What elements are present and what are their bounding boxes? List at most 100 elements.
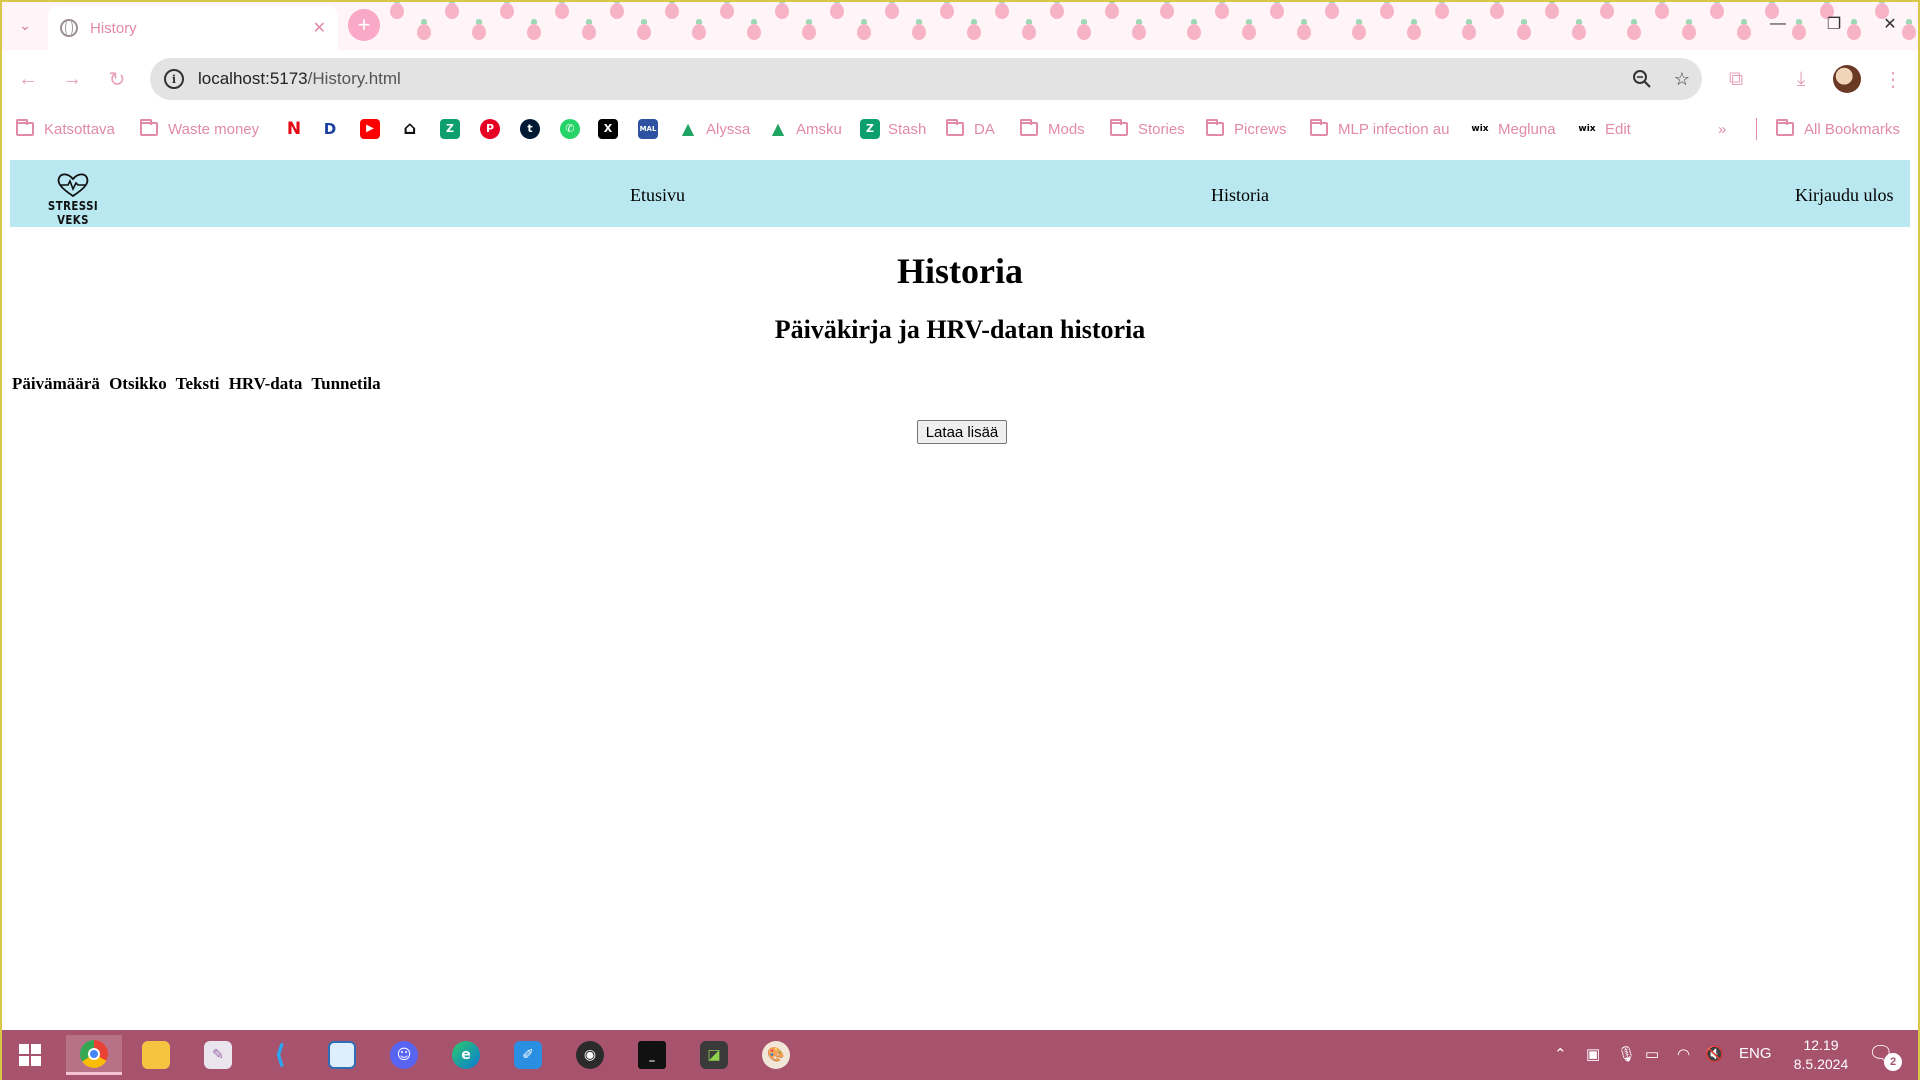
all-bookmarks-button[interactable]: All Bookmarks <box>1776 118 1900 140</box>
bookmark-label: Megluna <box>1498 120 1556 138</box>
taskbar-capture-app[interactable]: ◪ <box>686 1035 742 1075</box>
bookmark-star-icon[interactable]: ☆ <box>1662 59 1702 99</box>
close-window-button[interactable]: ✕ <box>1870 10 1910 38</box>
more-bookmarks-chevron-icon[interactable]: » <box>1718 118 1726 140</box>
bookmark-site[interactable]: ▲ Amsku <box>768 118 842 140</box>
notification-center-button[interactable]: 🗨 2 <box>1868 1041 1902 1071</box>
windows-taskbar: ✎ ⟨ ☺ e ✐ ◉ _ ◪ 🎨 ⌃ ▣ 🎙 ▭ ◠ 🔇 ENG 12.19 … <box>0 1030 1920 1080</box>
bookmark-folder[interactable]: Picrews <box>1206 118 1287 140</box>
language-indicator[interactable]: ENG <box>1739 1045 1772 1062</box>
page-title: Historia <box>897 251 1023 291</box>
strawberry-pattern-icon <box>692 19 706 40</box>
url-text[interactable]: localhost:5173/History.html <box>198 69 1622 89</box>
bookmark-folder[interactable]: Stories <box>1110 118 1185 140</box>
taskbar-paint-palette[interactable]: 🎨 <box>748 1035 804 1075</box>
wix-icon: wix <box>1578 124 1596 134</box>
bookmark-folder[interactable]: MLP infection au <box>1310 118 1449 140</box>
bookmark-site[interactable]: Z <box>440 118 460 140</box>
strawberry-pattern-icon <box>417 19 431 40</box>
taskbar-edge[interactable]: e <box>438 1035 494 1075</box>
drawing-app-icon: ✐ <box>514 1041 542 1069</box>
bookmark-site[interactable]: wix Megluna <box>1470 118 1556 140</box>
forward-button[interactable]: → <box>56 63 88 95</box>
bookmark-site[interactable]: X <box>598 118 618 140</box>
battery-icon[interactable]: ▭ <box>1645 1045 1659 1063</box>
column-header-title: Otsikko <box>109 374 167 393</box>
strawberry-pattern-icon <box>500 0 514 19</box>
back-button[interactable]: ← <box>12 63 44 95</box>
bookmark-site[interactable]: D <box>320 118 340 140</box>
volume-muted-icon[interactable]: 🔇 <box>1705 1045 1724 1063</box>
address-bar[interactable]: i localhost:5173/History.html ☆ <box>150 58 1702 100</box>
zoom-icon[interactable] <box>1622 59 1662 99</box>
strawberry-pattern-icon <box>637 19 651 40</box>
bookmark-site[interactable]: t <box>520 118 540 140</box>
bookmark-site[interactable]: P <box>480 118 500 140</box>
new-tab-button[interactable]: + <box>348 9 380 41</box>
taskbar-discord[interactable]: ☺ <box>376 1035 432 1075</box>
tray-chevron-up-icon[interactable]: ⌃ <box>1554 1045 1567 1063</box>
extensions-icon[interactable]: ⧉ <box>1720 63 1752 95</box>
strawberry-pattern-icon <box>1297 19 1311 40</box>
tab-title: History <box>90 19 137 37</box>
bookmark-site[interactable]: Z Stash <box>860 118 926 140</box>
minimize-button[interactable]: — <box>1758 10 1798 38</box>
close-tab-icon[interactable]: ✕ <box>313 18 326 38</box>
discord-icon: ☺ <box>390 1041 418 1069</box>
start-button[interactable] <box>2 1035 58 1075</box>
taskbar-chrome[interactable] <box>66 1035 122 1075</box>
netflix-icon: N <box>286 119 302 139</box>
globe-icon <box>60 19 78 37</box>
bookmark-site[interactable]: ▶ <box>360 118 380 140</box>
tab-search-button[interactable]: ⌄ <box>12 12 38 38</box>
nav-link-logout[interactable]: Kirjaudu ulos <box>1795 185 1894 206</box>
bookmark-folder[interactable]: Waste money <box>140 118 259 140</box>
nav-link-history[interactable]: Historia <box>1211 185 1269 206</box>
bookmark-label: DA <box>974 120 995 138</box>
strawberry-pattern-icon <box>390 0 404 19</box>
column-header-text: Teksti <box>175 374 220 393</box>
site-logo[interactable]: STRESSI VEKS <box>28 172 118 227</box>
system-clock[interactable]: 12.19 8.5.2024 <box>1786 1036 1856 1074</box>
tray-meet-icon[interactable]: ▣ <box>1586 1045 1600 1063</box>
bookmark-site[interactable]: wix Edit <box>1577 118 1631 140</box>
strawberry-pattern-icon <box>1462 19 1476 40</box>
taskbar-file-explorer[interactable] <box>128 1035 184 1075</box>
bookmark-site[interactable]: ⌂ <box>400 118 420 140</box>
bookmark-site[interactable]: ▲ Alyssa <box>678 118 750 140</box>
downloads-icon[interactable]: ⤓ <box>1785 63 1817 95</box>
nav-link-home[interactable]: Etusivu <box>630 185 685 206</box>
site-navbar: STRESSI VEKS Etusivu Historia Kirjaudu u… <box>10 160 1910 227</box>
bookmark-folder[interactable]: Mods <box>1020 118 1085 140</box>
bookmark-site[interactable]: N <box>284 118 304 140</box>
taskbar-drawing-app[interactable]: ✐ <box>500 1035 556 1075</box>
wifi-icon[interactable]: ◠ <box>1677 1045 1690 1063</box>
terminal-icon: _ <box>638 1041 666 1069</box>
theme-background <box>380 0 1920 50</box>
profile-avatar[interactable] <box>1833 65 1861 93</box>
strawberry-pattern-icon <box>1545 0 1559 19</box>
strawberry-pattern-icon <box>1050 0 1064 19</box>
bookmark-site[interactable]: ✆ <box>560 118 580 140</box>
bookmark-label: MLP infection au <box>1338 120 1450 138</box>
bookmark-site[interactable]: MAL <box>638 118 658 140</box>
taskbar-obs[interactable]: ◉ <box>562 1035 618 1075</box>
bookmark-folder[interactable]: DA <box>946 118 995 140</box>
taskbar-notepad[interactable] <box>314 1035 370 1075</box>
google-drive-icon: ▲ <box>681 119 695 138</box>
microphone-icon[interactable]: 🎙 <box>1617 1045 1636 1063</box>
restore-button[interactable]: ❐ <box>1814 10 1854 38</box>
folder-icon <box>140 119 158 136</box>
taskbar-terminal[interactable]: _ <box>624 1035 680 1075</box>
load-more-button[interactable]: Lataa lisää <box>917 420 1007 444</box>
site-info-icon[interactable]: i <box>164 69 184 89</box>
bookmark-folder[interactable]: Katsottava <box>16 118 115 140</box>
menu-kebab-icon[interactable]: ⋮ <box>1877 63 1909 95</box>
bookmarks-divider <box>1756 118 1757 140</box>
tab-history[interactable]: History ✕ <box>48 6 338 50</box>
taskbar-vscode[interactable]: ⟨ <box>252 1035 308 1075</box>
bookmark-label: Edit <box>1605 120 1631 138</box>
reload-button[interactable]: ↻ <box>101 63 133 95</box>
taskbar-paint-app[interactable]: ✎ <box>190 1035 246 1075</box>
strawberry-pattern-icon <box>527 19 541 40</box>
